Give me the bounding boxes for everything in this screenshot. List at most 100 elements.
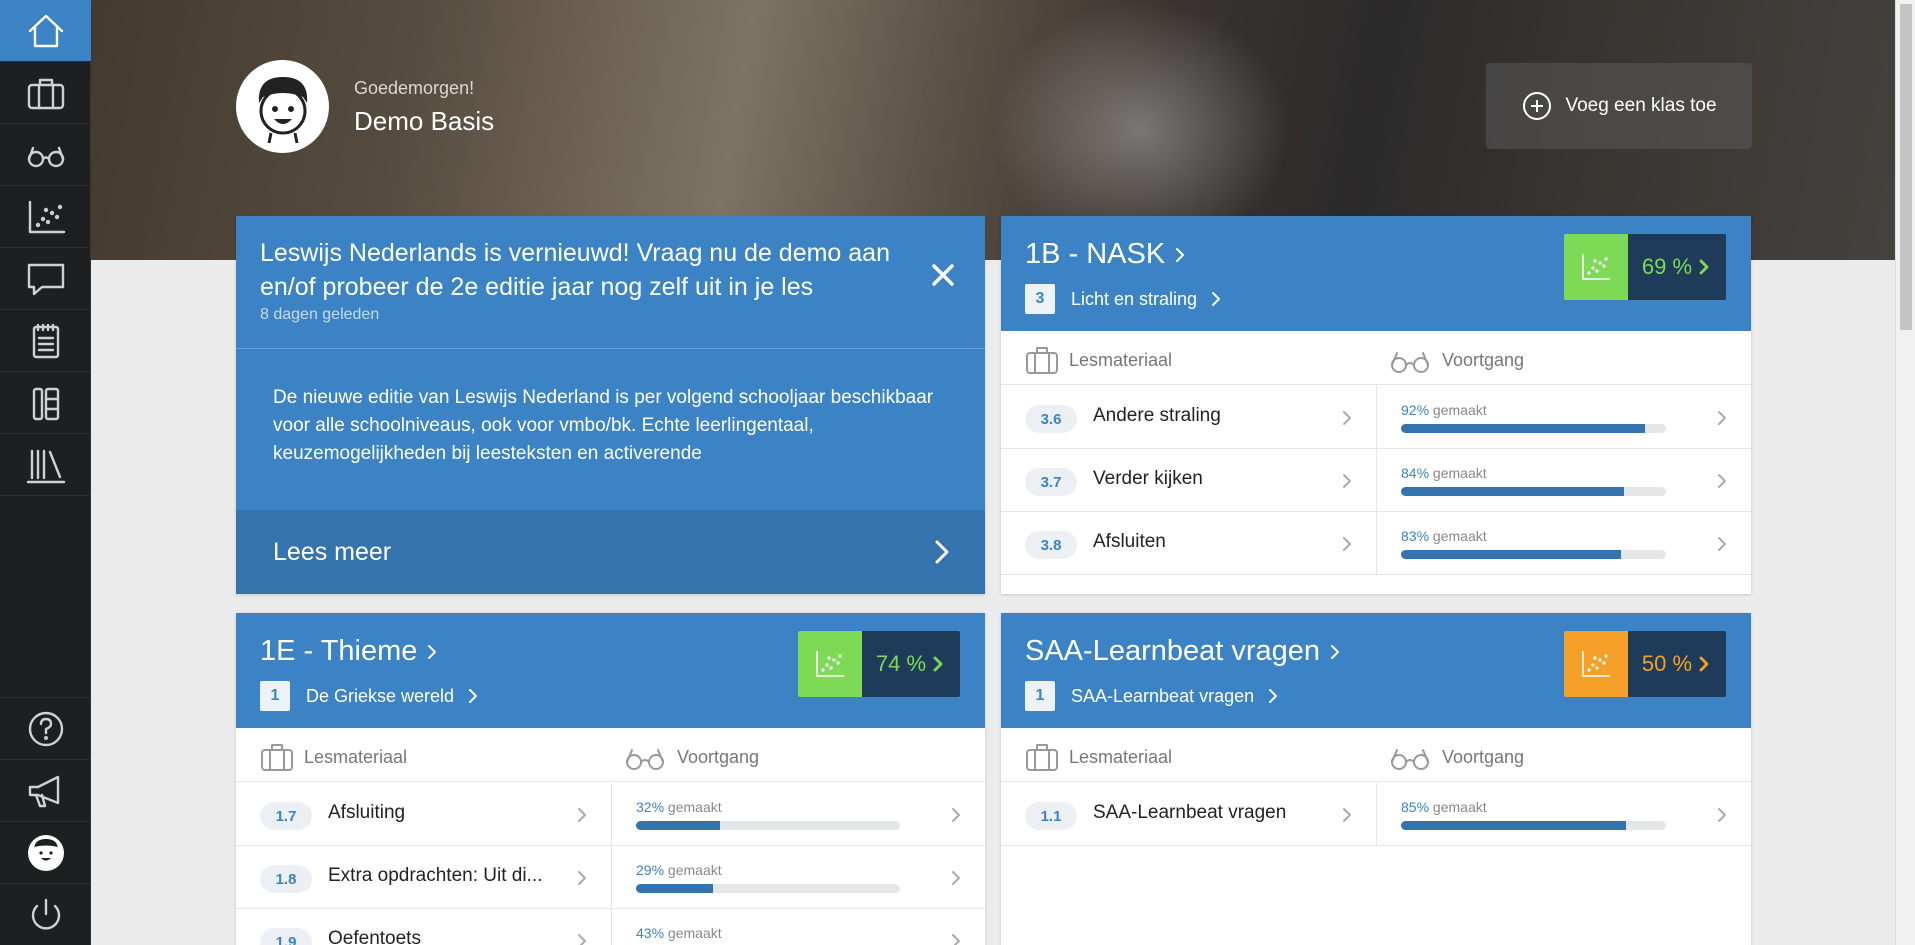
sidebar-item-lesmateriaal[interactable] [0,62,91,124]
voortgang-header: Voortgang [623,742,759,772]
column-divider [611,909,612,945]
chevron-right-icon [1699,656,1709,672]
progress-label: 29% gemaakt [636,862,722,878]
column-headers: Lesmateriaal Voortgang [1001,331,1751,385]
chevron-right-icon [469,689,478,703]
lesson-row: 3.7 Verder kijken 84% gemaakt [1001,449,1751,512]
chevron-right-icon [1176,247,1185,262]
class-header: 1E - Thieme 1 De Griekse wereld 74 % [236,613,985,728]
class-card-1e-thieme: 1E - Thieme 1 De Griekse wereld 74 % Les… [236,613,985,945]
progress-label: 92% gemaakt [1401,402,1487,418]
sidebar-item-home[interactable] [0,0,91,62]
chapter-link[interactable]: 3 Licht en straling [1025,284,1225,314]
chat-bubble-icon [27,263,64,295]
progress-bar [1401,424,1666,433]
score-button[interactable]: 50 % [1564,631,1726,697]
progress-suffix: gemaakt [1432,465,1487,481]
class-title-link[interactable]: 1B - NASK [1025,238,1189,271]
user-avatar[interactable] [236,60,329,153]
score-value: 50 % [1641,651,1693,676]
voortgang-header: Voortgang [1388,345,1524,375]
chapter-link[interactable]: 1 De Griekse wereld [260,681,482,711]
sidebar-item-berichten[interactable] [0,248,91,310]
add-class-button[interactable]: Voeg een klas toe [1486,63,1752,149]
lesson-title-link[interactable]: Andere straling [1093,405,1221,427]
column-headers: Lesmateriaal Voortgang [236,728,985,782]
lesson-title-link[interactable]: Afsluiten [1093,531,1166,553]
chapter-title: De Griekse wereld [306,685,455,706]
class-card-1b-nask: 1B - NASK 3 Licht en straling 69 % Lesma… [1001,216,1751,594]
score-chart-badge [798,631,862,697]
lesson-number: 1.1 [1025,802,1077,830]
read-more-button[interactable]: Lees meer [236,510,985,594]
column-divider [611,783,612,846]
lesson-title-link[interactable]: Verder kijken [1093,468,1203,490]
greeting-text: Goedemorgen! [354,78,475,98]
avatar-icon [258,76,307,143]
glasses-icon [626,749,664,770]
lesson-title-link[interactable]: SAA-Learnbeat vragen [1093,802,1286,824]
sidebar-item-voortgang[interactable] [0,124,91,186]
sidebar-item-announcements[interactable] [0,759,91,821]
lesson-row: 1.9 Oefentoets 43% gemaakt [236,909,985,945]
column-divider [1376,512,1377,575]
sidebar-item-methodes[interactable] [0,372,91,434]
column-divider [1376,386,1377,449]
progress-bar [636,821,900,830]
column-divider [1376,783,1377,846]
voortgang-label: Voortgang [1442,746,1525,767]
sidebar-item-bibliotheek[interactable] [0,434,91,496]
progress-percent: 84% [1401,465,1430,481]
lesson-number: 1.9 [260,928,312,945]
class-header: SAA-Learnbeat vragen 1 SAA-Learnbeat vra… [1001,613,1751,728]
chevron-right-icon [1718,474,1726,488]
progress-percent: 83% [1401,528,1430,544]
progress-label: 32% gemaakt [636,799,722,815]
progress-suffix: gemaakt [667,799,722,815]
progress-label: 43% gemaakt [636,925,722,941]
lesson-number: 3.7 [1025,468,1077,496]
lesmateriaal-header: Lesmateriaal [260,742,407,772]
add-class-label: Voeg een klas toe [1565,95,1717,116]
books-tools-icon [32,387,59,420]
class-title-link[interactable]: 1E - Thieme [260,635,441,668]
close-icon [932,264,954,286]
lesmateriaal-header: Lesmateriaal [1025,742,1172,772]
notepad-icon [32,323,59,358]
sidebar-item-help[interactable] [0,697,91,759]
sidebar-item-toetsen[interactable] [0,310,91,372]
chapter-link[interactable]: 1 SAA-Learnbeat vragen [1025,681,1282,711]
scatter-chart-icon [816,651,844,677]
lesson-row: 1.7 Afsluiting 32% gemaakt [236,783,985,846]
chevron-right-icon [1343,411,1351,425]
help-icon [28,711,63,746]
score-button[interactable]: 69 % [1564,234,1726,300]
glasses-icon [1391,749,1429,770]
page-scrollbar[interactable] [1895,0,1915,945]
chevron-right-icon [1343,808,1351,822]
sidebar-item-resultaten[interactable] [0,186,91,248]
news-close-button[interactable] [926,258,960,292]
chevron-right-icon [952,871,960,885]
progress-suffix: gemaakt [1432,402,1487,418]
news-title: Leswijs Nederlands is vernieuwd! Vraag n… [260,239,890,301]
scrollbar-thumb[interactable] [1900,4,1912,330]
progress-percent: 43% [636,925,665,941]
class-title: 1E - Thieme [260,635,418,667]
lesson-title-link[interactable]: Extra opdrachten: Uit di... [328,865,542,887]
chapter-title: SAA-Learnbeat vragen [1071,685,1255,706]
news-body: De nieuwe editie van Leswijs Nederland i… [273,387,934,464]
chevron-right-icon [1718,537,1726,551]
lesson-title-link[interactable]: Afsluiting [328,802,405,824]
score-button[interactable]: 74 % [798,631,960,697]
sidebar-item-profile[interactable] [0,821,91,883]
sidebar-item-logout[interactable] [0,883,91,945]
chevron-right-icon [952,808,960,822]
class-card-saa-learnbeat: SAA-Learnbeat vragen 1 SAA-Learnbeat vra… [1001,613,1751,945]
news-card: Leswijs Nederlands is vernieuwd! Vraag n… [236,216,985,594]
progress-bar [1401,821,1666,830]
lesson-title-link[interactable]: Oefentoets [328,928,421,945]
lesson-row: 3.6 Andere straling 92% gemaakt [1001,386,1751,449]
home-icon [28,14,63,47]
class-title-link[interactable]: SAA-Learnbeat vragen [1025,635,1344,668]
